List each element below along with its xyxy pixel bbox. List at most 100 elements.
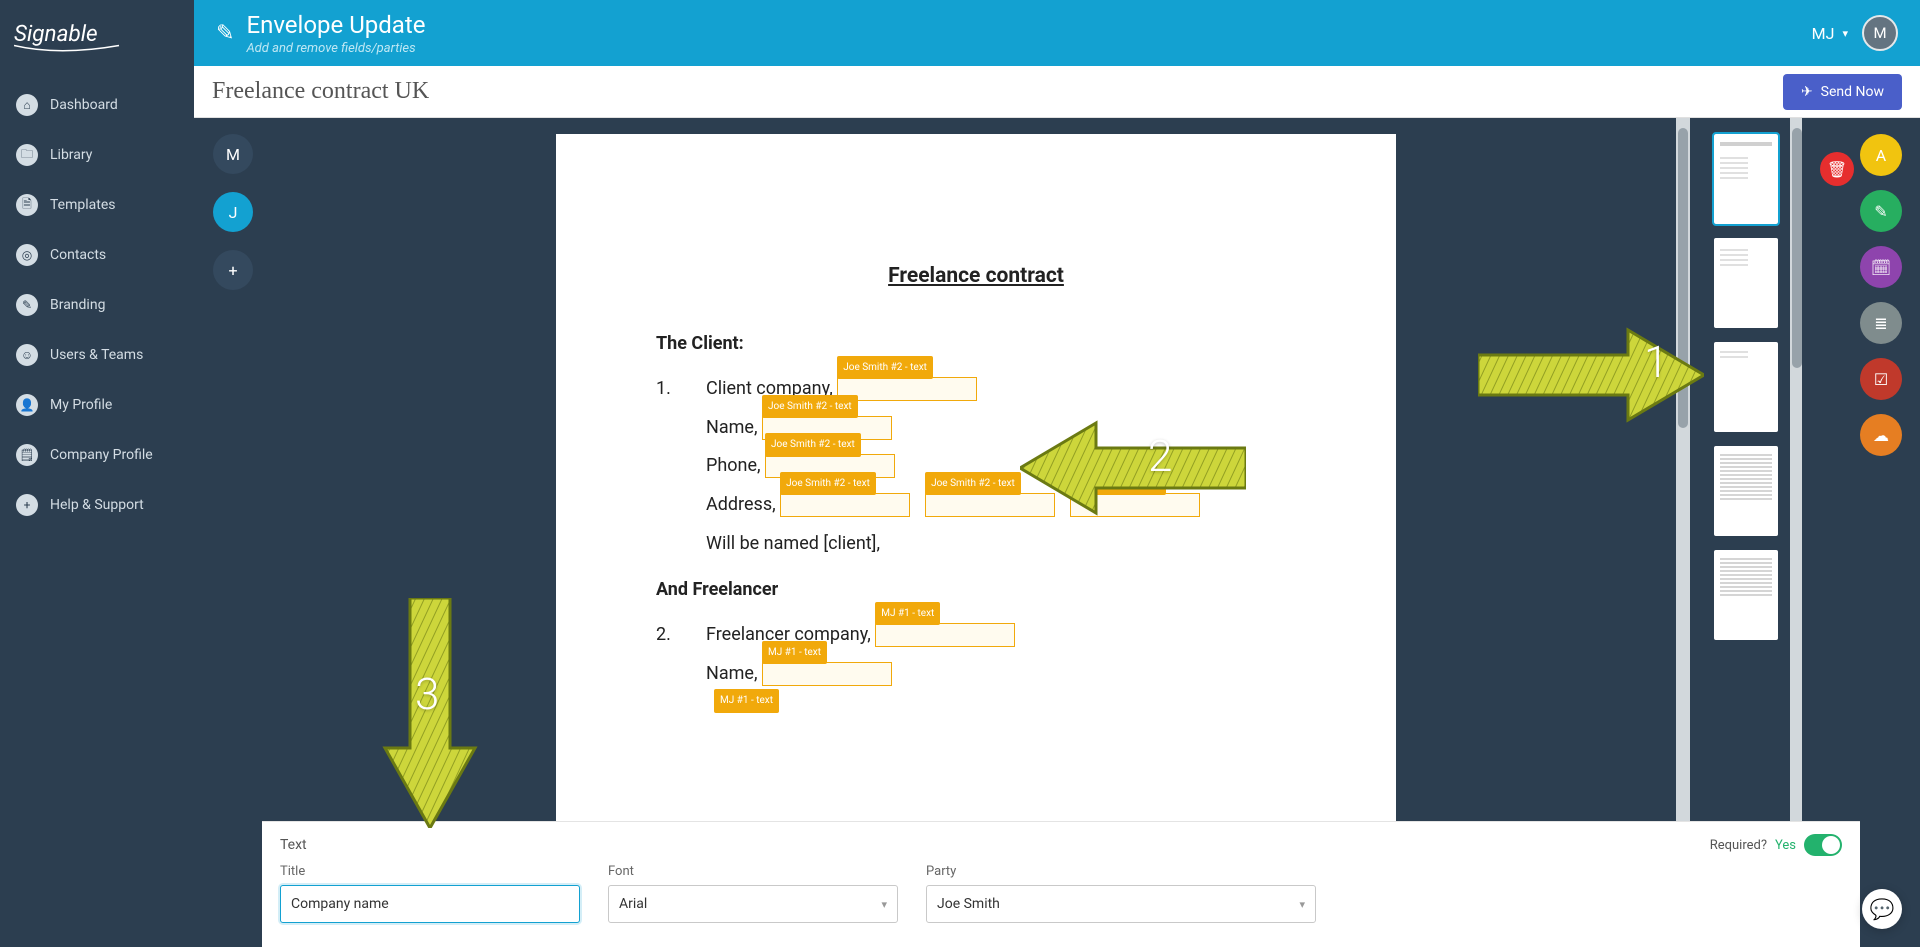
add-party-button[interactable]: + [213, 250, 253, 290]
pencil-icon: ✎ [16, 294, 38, 316]
party-j[interactable]: J [213, 192, 253, 232]
avatar[interactable]: M [1862, 15, 1898, 51]
brand-logo: Signable [0, 0, 194, 80]
plus-icon: + [16, 494, 38, 516]
title-input[interactable] [280, 885, 580, 923]
nav-templates[interactable]: 🗎 Templates [0, 180, 194, 230]
field-tag: MJ #1 - text [875, 602, 940, 626]
trash-icon: 🗑 [1827, 160, 1847, 179]
field-client-address-3[interactable]: Joe Smith #2 - text [1070, 486, 1200, 525]
users-icon: ☺ [16, 344, 38, 366]
field-tag: Joe Smith #2 - text [765, 433, 861, 457]
sidebar: Signable ⌂Dashboard 🗀Library 🗎Templates … [0, 0, 194, 947]
chevron-down-icon: ▾ [881, 898, 887, 911]
nav-label: Library [50, 147, 92, 163]
pencil-icon: ✎ [216, 21, 234, 46]
field-properties-panel: Text Required? Yes Title Font Arial ▾ Par… [262, 821, 1860, 947]
file-icon: 🗎 [16, 194, 38, 216]
nav-library[interactable]: 🗀 Library [0, 130, 194, 180]
label-address: Address, [706, 494, 776, 515]
nav-dashboard[interactable]: ⌂Dashboard [0, 80, 194, 130]
field-client-company[interactable]: Joe Smith #2 - text [837, 370, 977, 409]
label-name: Name, [706, 417, 758, 438]
clipboard-icon: 🗒 [16, 444, 38, 466]
chat-icon: 💬 [1870, 897, 1895, 921]
thumbnail-page-2[interactable] [1714, 238, 1778, 328]
title-label: Title [280, 864, 580, 879]
thumbnail-page-4[interactable] [1714, 446, 1778, 536]
page-title: Envelope Update [246, 11, 425, 39]
thumbnail-page-3[interactable] [1714, 342, 1778, 432]
field-freelancer-company[interactable]: MJ #1 - text [875, 616, 1015, 655]
nav-label: Templates [50, 197, 116, 213]
thumbnail-page-1[interactable] [1714, 134, 1778, 224]
send-label: Send Now [1821, 84, 1884, 100]
tool-text-field[interactable]: A [1860, 134, 1902, 176]
required-label: Required? [1710, 838, 1767, 853]
folder-icon: 🗀 [16, 144, 38, 166]
gauge-icon: ⌂ [16, 94, 38, 116]
send-icon: ✈ [1801, 84, 1813, 100]
chat-button[interactable]: 💬 [1862, 889, 1902, 929]
tool-checkbox-field[interactable]: ☑ [1860, 358, 1902, 400]
nav-branding[interactable]: ✎ Branding [0, 280, 194, 330]
nav-my-profile[interactable]: 👤 My Profile [0, 380, 194, 430]
user-menu[interactable]: MJ ▾ M [1812, 15, 1898, 51]
chevron-down-icon: ▾ [1299, 898, 1305, 911]
signature-icon: ✎ [1874, 202, 1887, 221]
client-section-title: The Client: [656, 325, 1296, 364]
field-tag: MJ #1 - text [762, 641, 827, 665]
party-select[interactable]: Joe Smith▾ [926, 885, 1316, 923]
list-icon: ≣ [1874, 314, 1887, 333]
freelancer-section-title: And Freelancer [656, 571, 1296, 610]
page-subtitle: Add and remove fields/parties [246, 41, 425, 56]
list-number: 2. [656, 616, 706, 655]
tool-signature-field[interactable]: ✎ [1860, 190, 1902, 232]
font-value: Arial [619, 896, 647, 912]
book-icon: ◎ [16, 244, 38, 266]
nav-label: Company Profile [50, 447, 153, 463]
party-m[interactable]: M [213, 134, 253, 174]
field-freelancer-name[interactable]: MJ #1 - text [762, 655, 892, 694]
tool-upload-field[interactable]: ☁ [1860, 414, 1902, 456]
field-tag: Joe Smith #2 - text [780, 472, 876, 496]
nav-contacts[interactable]: ◎Contacts [0, 230, 194, 280]
cloud-upload-icon: ☁ [1873, 426, 1889, 445]
label-willbe: Will be named [client], [656, 525, 1296, 564]
nav-label: My Profile [50, 397, 112, 413]
nav-label: Users & Teams [50, 347, 143, 363]
user-icon: 👤 [16, 394, 38, 416]
svg-text:Signable: Signable [14, 21, 98, 47]
nav-users-teams[interactable]: ☺ Users & Teams [0, 330, 194, 380]
nav-company-profile[interactable]: 🗒 Company Profile [0, 430, 194, 480]
calendar-icon: 🗓 [1871, 258, 1891, 277]
label-freelancer-name: Name, [706, 663, 758, 684]
field-tag: Joe Smith #2 - text [1070, 472, 1166, 496]
field-tag: Joe Smith #2 - text [925, 472, 1021, 496]
party-label: Party [926, 864, 1316, 879]
field-client-address-2[interactable]: Joe Smith #2 - text [925, 486, 1055, 525]
required-toggle[interactable] [1804, 834, 1842, 856]
tool-dropdown-field[interactable]: ≣ [1860, 302, 1902, 344]
send-now-button[interactable]: ✈ Send Now [1783, 74, 1902, 110]
doc-heading: Freelance contract [656, 254, 1296, 299]
chevron-down-icon: ▾ [1842, 27, 1848, 40]
nav-label: Help & Support [50, 497, 144, 513]
nav-help-support[interactable]: + Help & Support [0, 480, 194, 530]
delete-button[interactable]: 🗑 [1820, 152, 1854, 186]
field-tag: Joe Smith #2 - text [837, 356, 933, 380]
scrollbar[interactable] [1792, 128, 1802, 368]
nav-label: Branding [50, 297, 105, 313]
required-value: Yes [1775, 838, 1796, 853]
party-rail: M J + [194, 118, 262, 947]
tool-date-field[interactable]: 🗓 [1860, 246, 1902, 288]
subheader: Freelance contract UK ✈ Send Now [194, 66, 1920, 118]
field-client-address-1[interactable]: Joe Smith #2 - text [780, 486, 910, 525]
panel-title: Text [280, 837, 307, 853]
user-initials: MJ [1812, 24, 1835, 43]
font-label: Font [608, 864, 898, 879]
thumbnail-page-5[interactable] [1714, 550, 1778, 640]
font-select[interactable]: Arial ▾ [608, 885, 898, 923]
field-tag: MJ #1 - text [714, 689, 779, 713]
scrollbar[interactable] [1678, 128, 1688, 428]
